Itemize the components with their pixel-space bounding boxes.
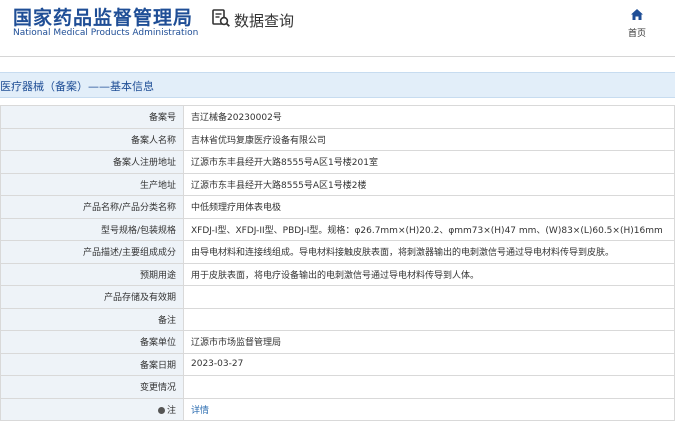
field-value: 由导电材料和连接线组成。导电材料接触皮肤表面，将刺激器输出的电刺激信号通过导电材… [183,240,675,264]
table-row: 产品描述/主要组成成分 由导电材料和连接线组成。导电材料接触皮肤表面，将刺激器输… [0,240,675,264]
table-row: 备案号 吉辽械备20230002号 [0,105,675,129]
note-value-cell: 详情 [183,397,675,421]
field-label: 备案单位 [0,330,184,354]
field-label: 产品存储及有效期 [0,285,184,309]
home-button[interactable]: 首页 [624,6,650,39]
table-row: 变更情况 [0,375,675,399]
details-link[interactable]: 详情 [191,406,209,416]
field-value [183,285,675,309]
table-row: 备案单位 辽源市市场监督管理局 [0,330,675,354]
table-row: 备案日期 2023-03-27 [0,352,675,376]
field-value: 吉辽械备20230002号 [183,105,675,129]
field-label: 生产地址 [0,172,184,196]
field-label: 型号规格/包装规格 [0,217,184,241]
field-value [183,307,675,331]
field-label: 变更情况 [0,375,184,399]
table-row: 型号规格/包装规格 XFDJ-I型、XFDJ-II型、PBDJ-I型。规格：φ2… [0,217,675,241]
field-value: 辽源市市场监督管理局 [183,330,675,354]
data-query-label: 数据查询 [234,11,295,30]
table-row: 产品名称/产品分类名称 中低频理疗用体表电极 [0,195,675,219]
table-row: 备案人名称 吉林省优玛复康医疗设备有限公司 [0,127,675,151]
field-value: XFDJ-I型、XFDJ-II型、PBDJ-I型。规格：φ26.7mm×(H)2… [183,217,675,241]
section-header: 医疗器械（备案）——基本信息 [0,72,675,98]
field-value [183,375,675,399]
field-label: 备案人名称 [0,127,184,151]
field-label: 备案日期 [0,352,184,376]
table-row: 备注 [0,307,675,331]
table-row: 备案人注册地址 辽源市东丰县经开大路8555号A区1号楼201室 [0,150,675,174]
field-value: 辽源市东丰县经开大路8555号A区1号楼201室 [183,150,675,174]
data-query-link[interactable]: 数据查询 [211,9,294,31]
location-pin-icon [157,406,165,414]
field-label: 备案号 [0,105,184,129]
logo-title-cn[interactable]: 国家药品监督管理局 [13,3,193,30]
field-label: 备注 [0,307,184,331]
field-label: 产品名称/产品分类名称 [0,195,184,219]
field-label: 备案人注册地址 [0,150,184,174]
field-value: 中低频理疗用体表电极 [183,195,675,219]
note-label: 注 [166,405,176,416]
table-row: 预期用途 用于皮肤表面，将电疗设备输出的电刺激信号通过导电材料传导到人体。 [0,262,675,286]
field-value: 用于皮肤表面，将电疗设备输出的电刺激信号通过导电材料传导到人体。 [183,262,675,286]
field-label: 预期用途 [0,262,184,286]
home-icon [630,6,644,25]
field-value: 吉林省优玛复康医疗设备有限公司 [183,127,675,151]
field-value: 辽源市东丰县经开大路8555号A区1号楼2楼 [183,172,675,196]
table-row: 产品存储及有效期 [0,285,675,309]
site-header: 国家药品监督管理局 National Medical Products Admi… [0,0,675,57]
table-row: 生产地址 辽源市东丰县经开大路8555号A区1号楼2楼 [0,172,675,196]
field-value: 2023-03-27 [183,352,675,376]
section-title: 医疗器械（备案）——基本信息 [0,80,154,93]
logo-title-en: National Medical Products Administration [13,28,199,38]
note-label-cell: 注 [0,397,184,421]
search-document-icon [211,8,231,32]
field-label: 产品描述/主要组成成分 [0,240,184,264]
home-label: 首页 [627,29,646,39]
table-row-note: 注 详情 [0,397,675,421]
info-table: 备案号 吉辽械备20230002号 备案人名称 吉林省优玛复康医疗设备有限公司 … [0,105,675,421]
